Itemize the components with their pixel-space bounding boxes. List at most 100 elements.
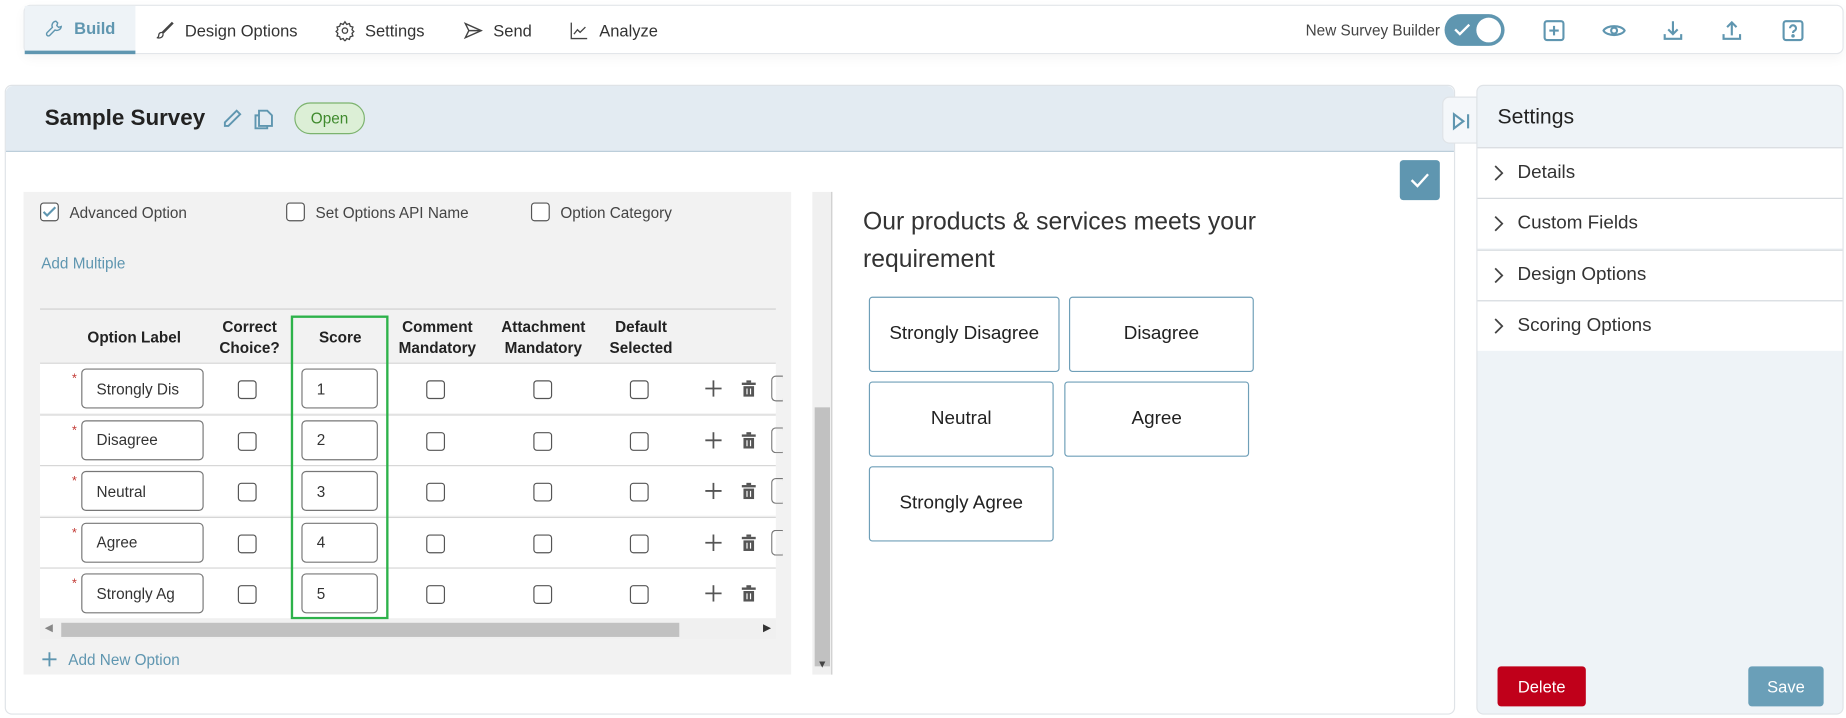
vertical-scrollbar[interactable]: ▼ (812, 191, 833, 675)
section-label: Details (1517, 162, 1576, 183)
option-label-input[interactable]: Strongly Ag (81, 573, 204, 614)
answer-option-button[interactable]: Strongly Disagree (868, 296, 1060, 373)
default-selected-checkbox[interactable] (629, 533, 649, 553)
more-field[interactable] (771, 375, 783, 402)
top-nav: Build Design Options Settings Send Analy… (23, 4, 1844, 55)
required-icon: * (71, 525, 77, 540)
option-category-label: Option Category (560, 203, 672, 222)
add-multiple-link[interactable]: Add Multiple (41, 254, 125, 272)
confirm-button[interactable] (1399, 160, 1440, 201)
settings-section-design-options[interactable]: Design Options (1477, 249, 1843, 300)
default-selected-checkbox[interactable] (629, 380, 649, 400)
column-header-comment-mandatory: Comment Mandatory (398, 317, 477, 357)
collapse-panel-button[interactable] (1442, 96, 1478, 144)
check-icon (1410, 173, 1429, 188)
tab-analyze[interactable]: Analyze (550, 6, 677, 54)
settings-section-scoring-options[interactable]: Scoring Options (1477, 300, 1843, 351)
trash-icon[interactable] (741, 533, 756, 551)
plus-icon[interactable] (705, 585, 722, 602)
status-badge: Open (294, 102, 365, 135)
option-editor: Advanced Option Set Options API Name Opt… (23, 191, 792, 675)
advanced-option-checkbox[interactable] (40, 202, 59, 222)
correct-choice-checkbox[interactable] (237, 380, 257, 400)
column-header-option-label: Option Label (87, 328, 181, 347)
help-icon[interactable] (1781, 19, 1805, 43)
trash-icon[interactable] (741, 482, 756, 500)
default-selected-checkbox[interactable] (629, 431, 649, 451)
plus-icon[interactable] (705, 380, 722, 397)
required-icon: * (71, 423, 77, 438)
correct-choice-checkbox[interactable] (237, 585, 257, 604)
correct-choice-checkbox[interactable] (237, 533, 257, 553)
tab-design-options[interactable]: Design Options (135, 6, 316, 54)
more-field[interactable] (771, 477, 783, 504)
comment-mandatory-checkbox[interactable] (426, 585, 446, 604)
trash-icon[interactable] (741, 380, 756, 397)
tab-send[interactable]: Send (444, 6, 551, 54)
new-builder-toggle[interactable] (1444, 14, 1505, 46)
add-icon[interactable] (1542, 19, 1566, 43)
add-new-option-link[interactable]: Add New Option (68, 651, 179, 669)
more-field[interactable] (771, 426, 783, 453)
send-icon (463, 21, 483, 39)
attachment-mandatory-checkbox[interactable] (533, 585, 553, 604)
section-label: Design Options (1517, 264, 1647, 285)
correct-choice-checkbox[interactable] (237, 482, 257, 502)
eye-icon[interactable] (1602, 19, 1626, 43)
option-label-input[interactable]: Disagree (81, 419, 204, 460)
option-label-input[interactable]: Agree (81, 522, 204, 563)
brush-icon (156, 21, 174, 39)
plus-icon[interactable] (41, 651, 57, 667)
upload-icon[interactable] (1720, 19, 1744, 43)
chevron-right-icon (1494, 267, 1504, 283)
new-builder-label: New Survey Builder (1305, 21, 1441, 39)
copy-icon[interactable] (251, 106, 277, 132)
column-header-correct-choice: Correct Choice? (219, 317, 280, 357)
download-icon[interactable] (1661, 19, 1685, 43)
required-icon: * (71, 474, 77, 489)
tab-settings[interactable]: Settings (316, 6, 444, 54)
table-row: * Disagree 2 (40, 413, 783, 465)
more-field[interactable] (771, 529, 783, 556)
option-label-input[interactable]: Neutral (81, 470, 204, 511)
option-category-checkbox[interactable] (530, 202, 550, 222)
edit-icon[interactable] (220, 107, 244, 131)
answer-option-button[interactable]: Strongly Agree (868, 466, 1054, 542)
attachment-mandatory-checkbox[interactable] (533, 533, 553, 553)
save-button[interactable]: Save (1748, 666, 1824, 707)
gear-icon (335, 19, 355, 41)
plus-icon[interactable] (705, 533, 722, 551)
plus-icon[interactable] (705, 482, 722, 500)
trash-icon[interactable] (741, 585, 756, 602)
comment-mandatory-checkbox[interactable] (426, 482, 446, 502)
chevron-right-icon (1494, 318, 1504, 334)
advanced-option-label: Advanced Option (69, 203, 187, 222)
attachment-mandatory-checkbox[interactable] (533, 482, 553, 502)
comment-mandatory-checkbox[interactable] (426, 431, 446, 451)
answer-option-button[interactable]: Neutral (868, 381, 1054, 457)
attachment-mandatory-checkbox[interactable] (533, 380, 553, 400)
comment-mandatory-checkbox[interactable] (426, 380, 446, 400)
settings-panel-title: Settings (1497, 104, 1575, 129)
plus-icon[interactable] (705, 431, 722, 448)
answer-option-button[interactable]: Disagree (1068, 296, 1254, 373)
delete-button[interactable]: Delete (1497, 666, 1586, 707)
horizontal-scrollbar[interactable]: ◀ ▶ (40, 619, 776, 640)
attachment-mandatory-checkbox[interactable] (533, 431, 553, 451)
score-column-highlight (290, 315, 389, 620)
correct-choice-checkbox[interactable] (237, 431, 257, 451)
tab-build[interactable]: Build (24, 5, 136, 55)
comment-mandatory-checkbox[interactable] (426, 533, 446, 553)
settings-section-custom-fields[interactable]: Custom Fields (1477, 198, 1843, 249)
wrench-icon (45, 20, 63, 37)
question-preview-text: Our products & services meets your requi… (862, 208, 1256, 274)
trash-icon[interactable] (741, 431, 756, 448)
set-options-api-name-checkbox[interactable] (286, 202, 305, 222)
settings-section-details[interactable]: Details (1477, 147, 1843, 198)
options-table: Option Label Correct Choice? Score Comme… (40, 308, 783, 620)
option-label-input[interactable]: Strongly Dis (81, 368, 204, 409)
set-options-api-name-label: Set Options API Name (315, 203, 469, 222)
default-selected-checkbox[interactable] (629, 482, 649, 502)
default-selected-checkbox[interactable] (629, 585, 649, 604)
answer-option-button[interactable]: Agree (1064, 381, 1250, 457)
